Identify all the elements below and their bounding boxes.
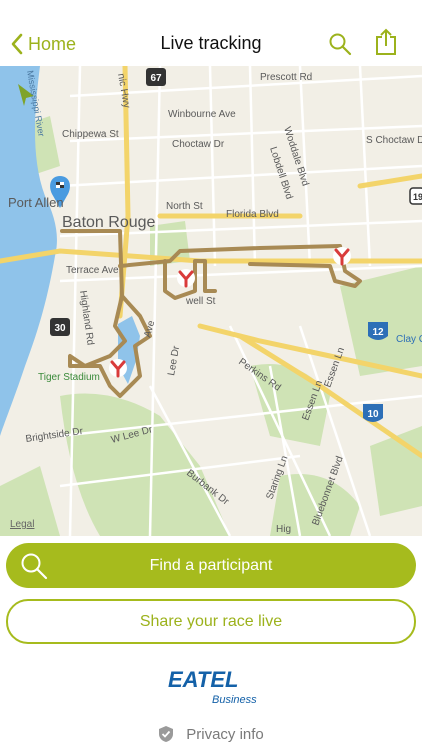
- street-label: Highland Rd: [77, 290, 96, 346]
- street-label: nic Hwy: [115, 73, 132, 109]
- street-label: Choctaw Dr: [172, 139, 225, 150]
- share-race-label: Share your race live: [139, 612, 283, 630]
- street-label: well St: [185, 296, 216, 307]
- eatel-logo: EATEL Business: [168, 667, 257, 706]
- svg-text:30: 30: [54, 323, 66, 334]
- street-label: Hig: [276, 524, 291, 535]
- street-label: S Choctaw Dr: [366, 135, 422, 146]
- map-view[interactable]: 67 30 12 10 19 Port Allen Baton Rouge Ti…: [0, 66, 422, 536]
- us30-shield: 30: [50, 318, 70, 336]
- navigation-bar: Home Live tracking: [0, 0, 422, 66]
- legal-link[interactable]: Legal: [10, 519, 34, 530]
- participant-marker-icon[interactable]: [109, 359, 127, 378]
- street-label: Clay Cu: [396, 334, 422, 345]
- port-allen-label: Port Allen: [8, 195, 64, 210]
- svg-text:67: 67: [150, 73, 162, 84]
- participant-marker-icon[interactable]: [333, 247, 351, 266]
- map-canvas[interactable]: 67 30 12 10 19 Port Allen Baton Rouge Ti…: [0, 66, 422, 536]
- street-label: Chippewa St: [62, 129, 119, 140]
- us19-shield: 19: [409, 187, 422, 205]
- baton-rouge-label: Baton Rouge: [62, 214, 156, 231]
- street-label: North St: [166, 201, 203, 212]
- us67-shield: 67: [146, 68, 166, 86]
- share-race-button[interactable]: Share your race live: [6, 599, 416, 644]
- find-participant-label: Find a participant: [149, 556, 273, 574]
- i10-shield: 10: [363, 404, 383, 422]
- street-label: Prescott Rd: [260, 72, 312, 83]
- street-label: Essen Ln: [322, 346, 347, 389]
- search-icon[interactable]: [328, 32, 352, 56]
- svg-text:12: 12: [372, 327, 384, 338]
- street-label: Lee Dr: [166, 344, 182, 376]
- privacy-info-label: Privacy info: [186, 725, 264, 743]
- tiger-stadium-label: Tiger Stadium: [38, 372, 100, 383]
- street-label: Florida Blvd: [226, 209, 279, 220]
- page-title: Live tracking: [160, 33, 262, 53]
- street-label: Winbourne Ave: [168, 109, 236, 120]
- find-participant-button[interactable]: Find a participant: [6, 543, 416, 588]
- street-label: Terrace Ave: [66, 265, 119, 276]
- privacy-info-link[interactable]: Privacy info: [0, 725, 422, 743]
- svg-text:19: 19: [413, 192, 422, 202]
- svg-text:10: 10: [367, 409, 379, 420]
- svg-text:EATEL: EATEL: [168, 667, 238, 692]
- i12-shield: 12: [368, 322, 388, 340]
- share-icon[interactable]: [374, 28, 398, 56]
- shield-check-icon: [159, 726, 174, 742]
- participant-marker-icon[interactable]: [177, 269, 195, 288]
- search-icon: [21, 553, 48, 580]
- svg-text:Business: Business: [212, 694, 257, 706]
